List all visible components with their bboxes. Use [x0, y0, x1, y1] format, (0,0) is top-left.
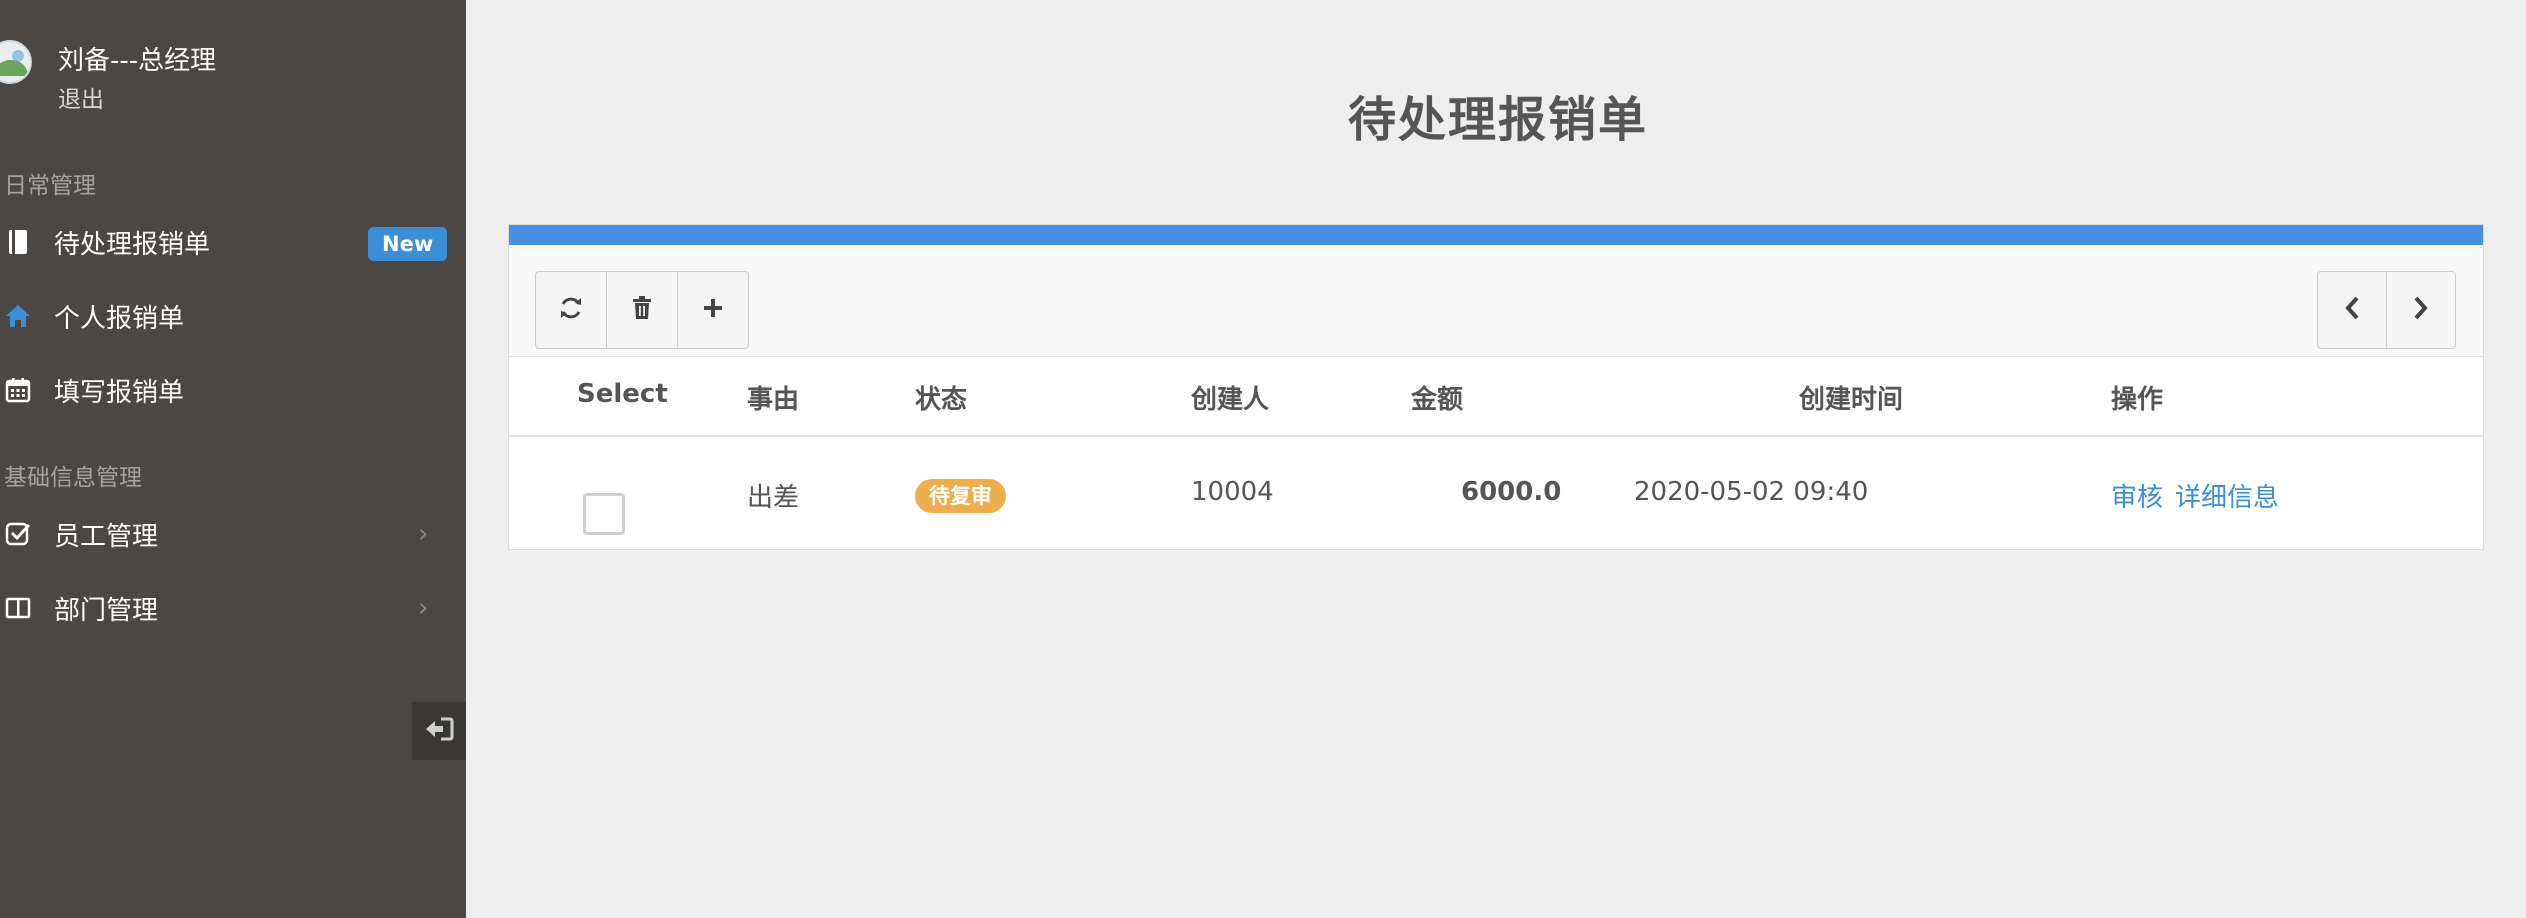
cell-amount: 6000.0: [1461, 477, 1562, 507]
sidebar-item-label: 部门管理: [54, 595, 159, 626]
page-title: 待处理报销单: [1348, 92, 1649, 148]
chevron-left-icon: [2343, 295, 2361, 325]
sidebar-item-employee-management[interactable]: 员工管理 ›: [0, 503, 466, 565]
row-select-checkbox[interactable]: [583, 493, 625, 535]
table-toolbar: [509, 245, 2483, 357]
column-header-select: Select: [577, 379, 668, 409]
column-header-creator: 创建人: [1191, 385, 1270, 415]
sidebar-item-label: 待处理报销单: [54, 229, 211, 260]
plus-icon: [702, 297, 724, 323]
sidebar: 刘备---总经理 退出 日常管理 待处理报销单 New 个人报销单 填写报销单 …: [0, 0, 466, 918]
home-icon: [4, 302, 32, 330]
sidebar-item-department-management[interactable]: 部门管理 ›: [0, 577, 466, 639]
delete-button[interactable]: [606, 271, 678, 349]
check-square-icon: [4, 520, 32, 548]
sidebar-item-fill-report[interactable]: 填写报销单: [0, 359, 466, 421]
status-badge: 待复审: [915, 479, 1006, 513]
trash-icon: [631, 295, 653, 325]
sidebar-item-label: 员工管理: [54, 521, 159, 552]
column-header-actions: 操作: [2111, 385, 2164, 415]
cell-reason: 出差: [747, 483, 800, 513]
sidebar-item-pending-reports[interactable]: 待处理报销单 New: [0, 211, 466, 273]
calendar-icon: [4, 376, 32, 404]
add-button[interactable]: [677, 271, 749, 349]
column-header-reason: 事由: [747, 385, 800, 415]
columns-icon: [4, 594, 32, 622]
column-header-status: 状态: [915, 385, 968, 415]
new-badge: New: [368, 227, 448, 261]
cell-created-at: 2020-05-02 09:40: [1634, 477, 1869, 507]
refresh-button[interactable]: [535, 271, 607, 349]
prev-page-button[interactable]: [2317, 271, 2387, 349]
sign-out-icon: [424, 716, 454, 746]
section-title-basic-info: 基础信息管理: [4, 465, 142, 491]
avatar: [0, 40, 32, 84]
book-icon: [4, 228, 32, 256]
user-profile: 刘备---总经理 退出: [0, 36, 466, 116]
logout-link[interactable]: 退出: [58, 80, 104, 114]
chevron-right-icon: [2412, 295, 2430, 325]
section-title-daily: 日常管理: [4, 173, 96, 199]
cell-creator: 10004: [1191, 477, 1274, 507]
column-header-created-at: 创建时间: [1799, 385, 1904, 415]
sidebar-item-label: 个人报销单: [54, 303, 185, 334]
details-link[interactable]: 详细信息: [2175, 477, 2279, 514]
sidebar-item-label: 填写报销单: [54, 377, 185, 408]
next-page-button[interactable]: [2386, 271, 2456, 349]
table-row: 出差 待复审 10004 6000.0 2020-05-02 09:40 审核 …: [509, 437, 2483, 551]
collapse-sidebar-button[interactable]: [412, 702, 466, 760]
reports-panel: Select 事由 状态 创建人 金额 创建时间 操作 出差 待复审 10004…: [508, 224, 2484, 550]
pagination-group: [2317, 271, 2456, 349]
review-link[interactable]: 审核: [2111, 477, 2163, 514]
toolbar-left-group: [535, 271, 749, 349]
column-header-amount: 金额: [1411, 385, 1464, 415]
sidebar-item-personal-reports[interactable]: 个人报销单: [0, 285, 466, 347]
refresh-icon: [558, 295, 584, 325]
table-header: Select 事由 状态 创建人 金额 创建时间 操作: [509, 357, 2483, 437]
user-name: 刘备---总经理: [58, 46, 217, 76]
panel-header-bar: [509, 225, 2483, 245]
chevron-right-icon: ›: [418, 593, 429, 623]
chevron-right-icon: ›: [418, 519, 429, 549]
